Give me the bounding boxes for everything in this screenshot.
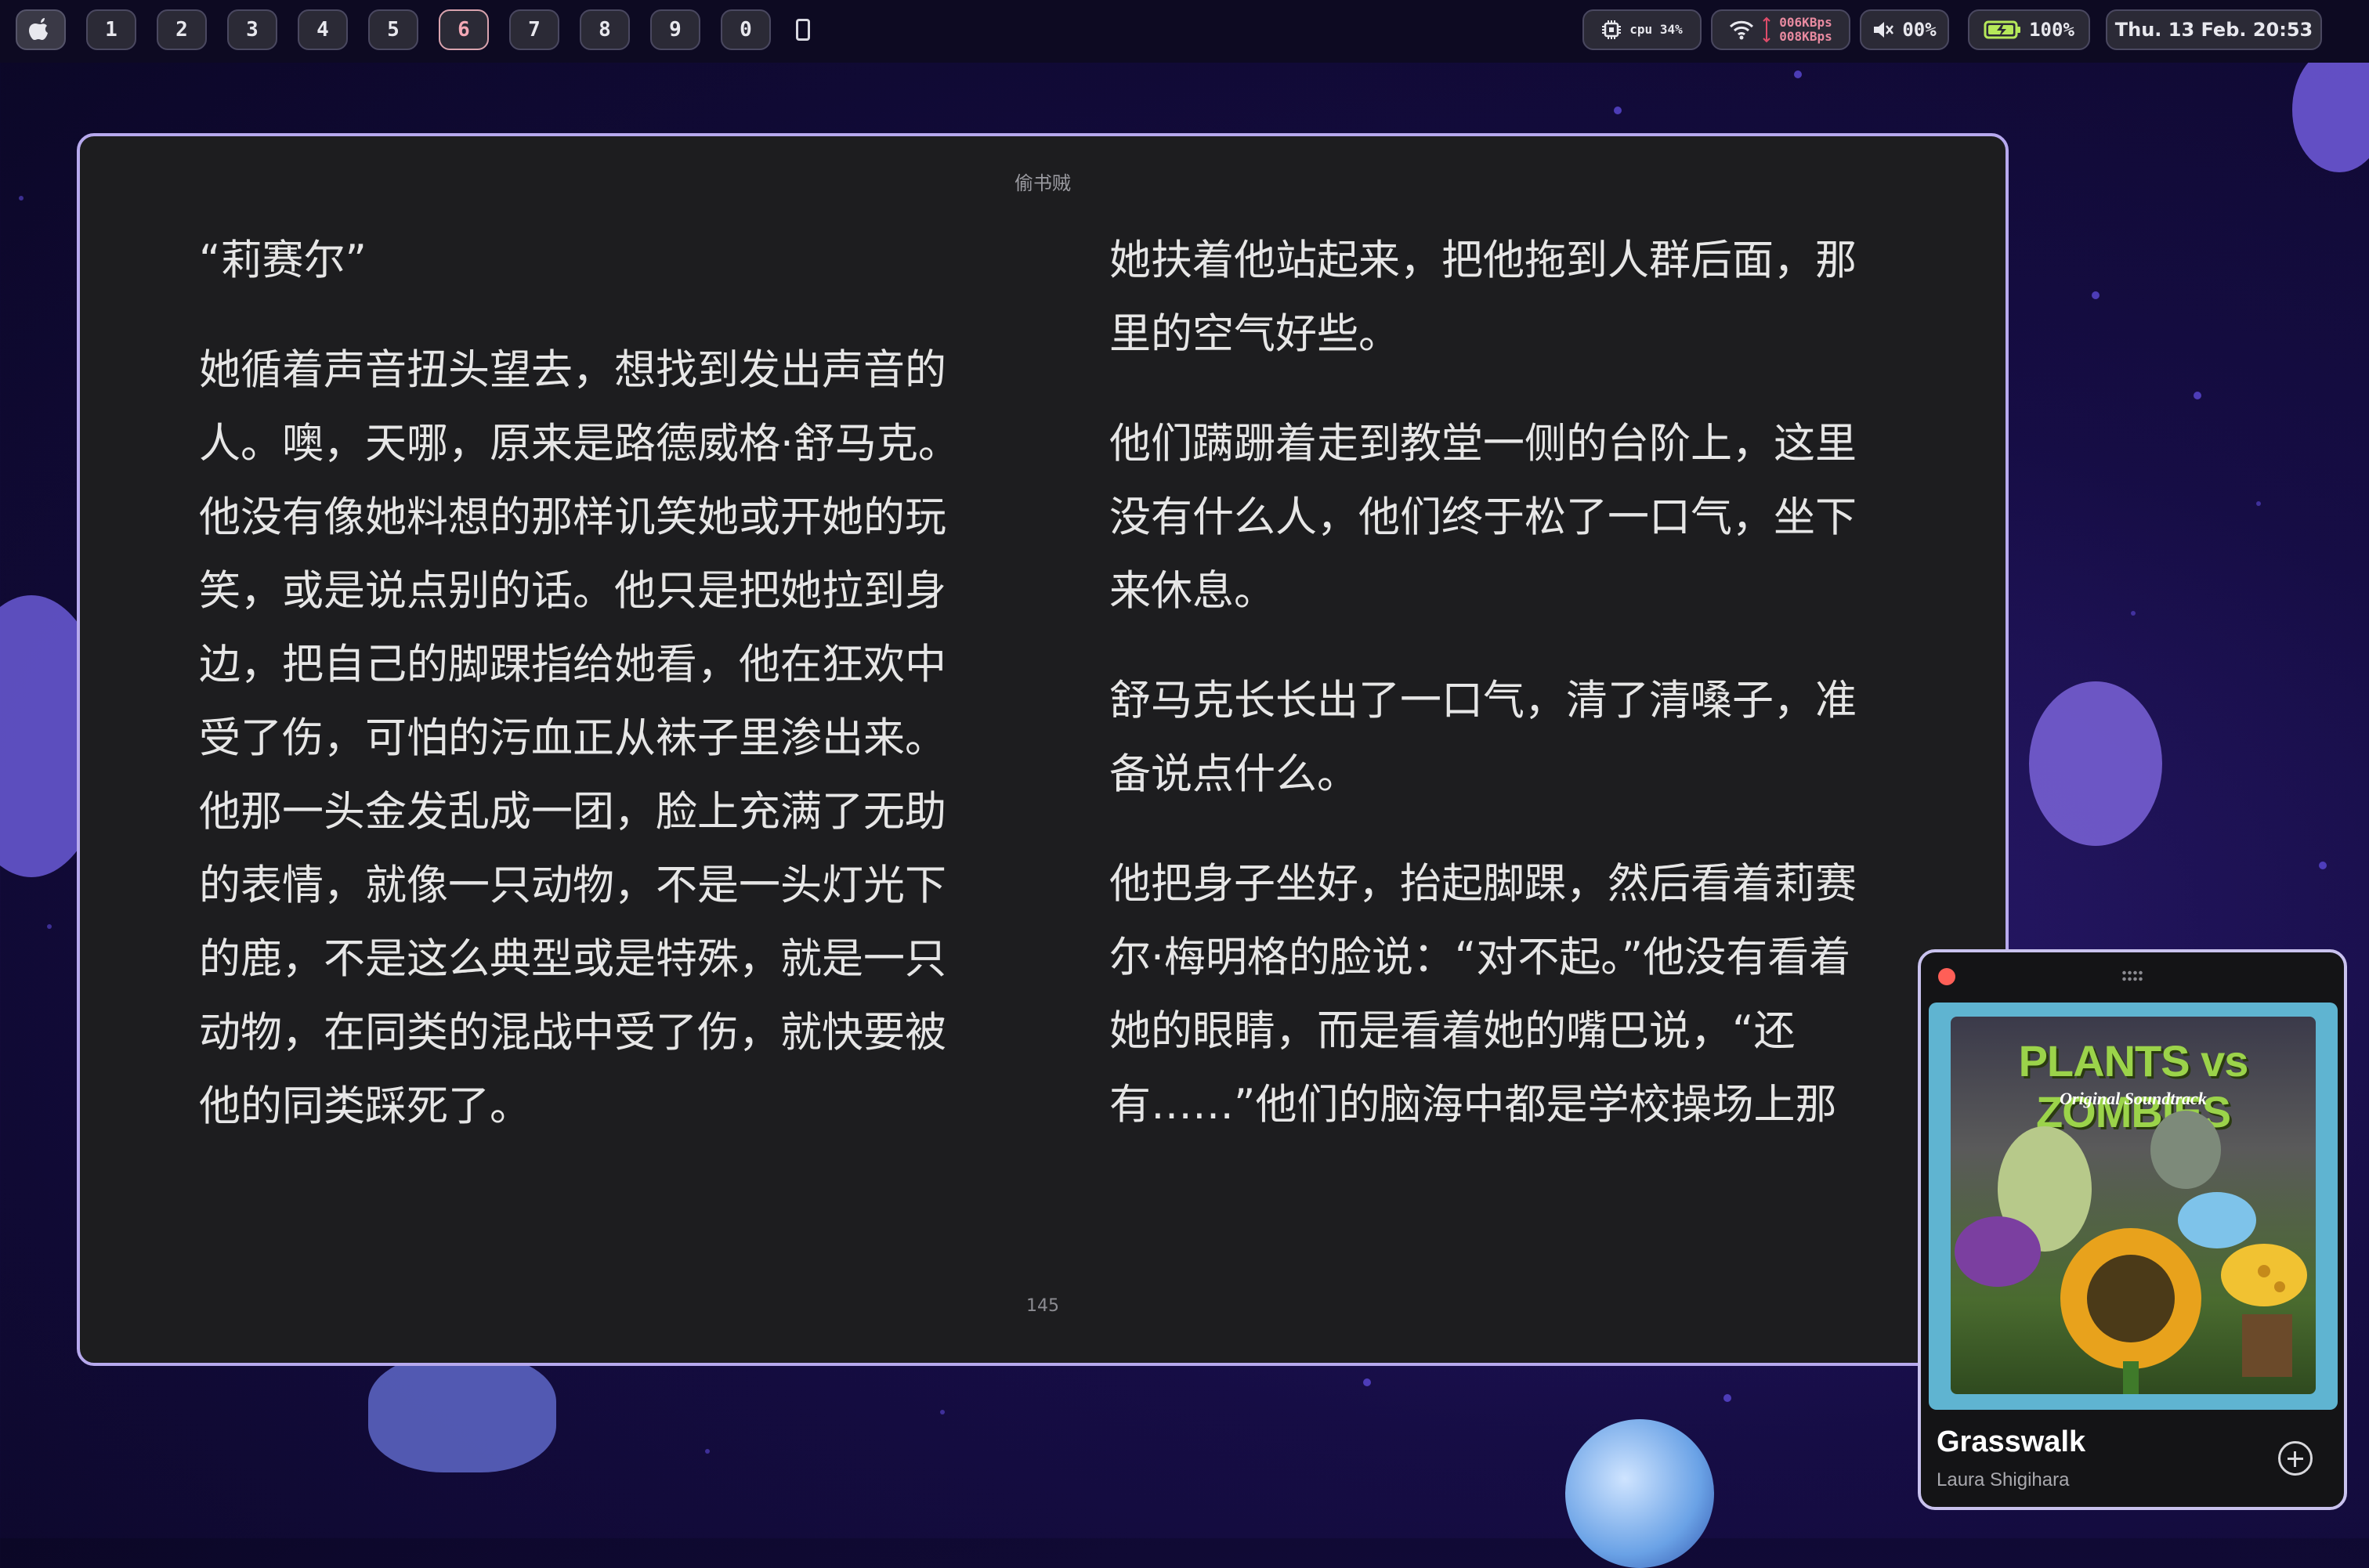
workspace-4[interactable]: 4 xyxy=(298,9,348,50)
right-page-column: 她扶着他站起来，把他拖到人群后面，那里的空气好些。 他们蹒跚着走到教堂一侧的台阶… xyxy=(1109,224,1877,1178)
bg-star xyxy=(2131,611,2136,616)
workspace-5[interactable]: 5 xyxy=(368,9,418,50)
battery-widget[interactable]: 100% xyxy=(1968,9,2090,50)
cpu-chip-icon xyxy=(1602,20,1622,39)
drag-handle-icon[interactable] xyxy=(2121,970,2143,982)
bg-star xyxy=(1614,107,1622,114)
volume-value: 00% xyxy=(1902,19,1937,41)
speaker-muted-icon xyxy=(1874,22,1894,38)
workspace-8[interactable]: 8 xyxy=(580,9,630,50)
net-down-value: 008KBps xyxy=(1779,29,1832,44)
page-number: 145 xyxy=(1026,1296,1059,1316)
paragraph: 他们蹒跚着走到教堂一侧的台阶上，这里没有什么人，他们终于松了一口气，坐下来休息。 xyxy=(1109,420,1857,615)
bg-star xyxy=(2256,501,2261,506)
song-artist: Laura Shigihara xyxy=(1937,1469,2070,1490)
cpu-label: cpu xyxy=(1629,22,1653,37)
bg-asteroid-top-right xyxy=(2292,47,2369,172)
datetime-label: Thu. 13 Feb. 20:53 xyxy=(2114,19,2313,41)
net-up-value: 006KBps xyxy=(1779,15,1832,30)
workspace-6[interactable]: 6 xyxy=(439,9,489,50)
add-to-library-button[interactable] xyxy=(2278,1441,2313,1476)
bg-moon xyxy=(1565,1419,1714,1568)
network-readout: 006KBps 008KBps xyxy=(1779,16,1832,44)
album-art-frame: PLANTS vs ZOMBIES Original Soundtrack xyxy=(1929,1003,2338,1410)
song-title: Grasswalk xyxy=(1937,1425,2086,1458)
clock-widget[interactable]: Thu. 13 Feb. 20:53 xyxy=(2106,9,2322,50)
bg-star xyxy=(940,1410,945,1414)
bg-star xyxy=(705,1449,710,1454)
album-art: PLANTS vs ZOMBIES Original Soundtrack xyxy=(1951,1017,2316,1394)
wifi-icon xyxy=(1730,20,1754,40)
battery-charging-icon xyxy=(1984,20,2021,39)
workspace-0[interactable]: 0 xyxy=(721,9,771,50)
bg-asteroid-bottom xyxy=(368,1355,556,1472)
book-reader-window: 偷书贼 “莉赛尔” 她循着声音扭头望去，想找到发出声音的人。噢，天哪，原来是路德… xyxy=(77,133,2009,1366)
bg-star xyxy=(1794,70,1802,78)
cpu-readout: cpu 34% xyxy=(1629,23,1682,37)
workspace-1[interactable]: 1 xyxy=(86,9,136,50)
apple-menu-button[interactable] xyxy=(16,9,66,50)
paragraph: 他把身子坐好，抬起脚踝，然后看着莉赛尔·梅明格的脸说：“对不起。”他没有看着她的… xyxy=(1109,860,1857,1129)
bg-star xyxy=(2092,291,2100,299)
mini-music-player: PLANTS vs ZOMBIES Original Soundtrack Gr… xyxy=(1918,949,2347,1510)
battery-value: 100% xyxy=(2029,19,2074,41)
bg-star xyxy=(19,196,24,201)
up-down-arrow-icon xyxy=(1763,16,1770,43)
bg-planet-right xyxy=(2029,681,2162,846)
bg-star xyxy=(1363,1378,1371,1386)
workspace-2[interactable]: 2 xyxy=(157,9,207,50)
paragraph: 舒马克长长出了一口气，清了清嗓子，准备说点什么。 xyxy=(1109,677,1857,798)
bg-star xyxy=(1723,1394,1731,1402)
bg-star xyxy=(47,924,52,929)
paragraph: 她循着声音扭头望去，想找到发出声音的人。噢，天哪，原来是路德威格·舒马克。他没有… xyxy=(199,346,960,1130)
close-button[interactable] xyxy=(1938,968,1955,985)
phone-icon[interactable] xyxy=(796,19,810,41)
album-art-illustration xyxy=(1955,1111,2307,1394)
bg-star xyxy=(2194,392,2201,399)
network-widget[interactable]: 006KBps 008KBps xyxy=(1711,9,1850,50)
bg-star xyxy=(2319,862,2327,869)
paragraph: 她扶着他站起来，把他拖到人群后面，那里的空气好些。 xyxy=(1109,237,1857,358)
cpu-widget[interactable]: cpu 34% xyxy=(1582,9,1702,50)
cpu-value: 34% xyxy=(1659,22,1683,37)
workspace-9[interactable]: 9 xyxy=(650,9,700,50)
paragraph: “莉赛尔” xyxy=(199,237,367,284)
book-title: 偷书贼 xyxy=(1015,172,1071,194)
volume-widget[interactable]: 00% xyxy=(1860,9,1949,50)
apple-icon xyxy=(29,18,48,40)
left-page-column: “莉赛尔” 她循着声音扭头望去，想找到发出声音的人。噢，天哪，原来是路德威格·舒… xyxy=(199,224,967,1180)
workspace-7[interactable]: 7 xyxy=(509,9,559,50)
menu-bar: 1 2 3 4 5 6 7 8 9 0 cpu 34% 006KBps 008K… xyxy=(0,0,2369,63)
workspace-3[interactable]: 3 xyxy=(227,9,277,50)
